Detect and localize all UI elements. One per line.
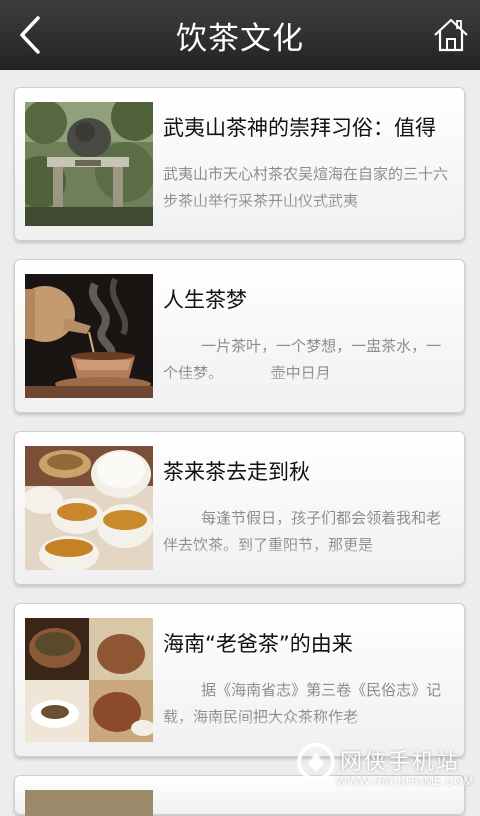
- watermark-url: WWW.HACKHOME.COM: [336, 774, 474, 788]
- article-title: 茶来茶去走到秋: [163, 460, 310, 484]
- article-summary: 每逢节假日，孩子们都会领着我和老伴去饮茶。到了重阳节，那更是: [163, 505, 453, 559]
- top-bar: 饮茶文化: [0, 0, 480, 70]
- list-item[interactable]: 武夷山茶神的崇拜习俗：值得 武夷山市天心村茶农吴煊海在自家的三十六步茶山举行采茶…: [14, 87, 465, 241]
- article-title: 人生茶梦: [163, 288, 247, 312]
- watermark: 网侠手机站 WWW.HACKHOME.COM: [292, 738, 474, 796]
- article-title: 武夷山茶神的崇拜习俗：值得: [163, 116, 436, 140]
- page-title: 饮茶文化: [176, 21, 304, 57]
- article-thumbnail: [25, 102, 153, 226]
- article-thumbnail: [25, 274, 153, 398]
- list-item[interactable]: 海南“老爸茶”的由来 据《海南省志》第三卷《民俗志》记载，海南民间把大众茶称作老: [14, 603, 465, 757]
- article-title: 海南“老爸茶”的由来: [163, 632, 353, 656]
- article-thumbnail: [25, 790, 153, 816]
- list-item[interactable]: 人生茶梦 一片茶叶，一个梦想，一盅茶水，一个佳梦。 壶中日月: [14, 259, 465, 413]
- watermark-logo-icon: [296, 742, 336, 782]
- article-summary: 据《海南省志》第三卷《民俗志》记载，海南民间把大众茶称作老: [163, 677, 453, 731]
- article-thumbnail: [25, 618, 153, 742]
- article-thumbnail: [25, 446, 153, 570]
- home-icon[interactable]: [432, 16, 470, 54]
- list-item[interactable]: 茶来茶去走到秋 每逢节假日，孩子们都会领着我和老伴去饮茶。到了重阳节，那更是: [14, 431, 465, 585]
- article-summary: 武夷山市天心村茶农吴煊海在自家的三十六步茶山举行采茶开山仪式武夷: [163, 161, 453, 215]
- article-summary: 一片茶叶，一个梦想，一盅茶水，一个佳梦。 壶中日月: [163, 333, 453, 387]
- watermark-site-name: 网侠手机站: [340, 750, 461, 775]
